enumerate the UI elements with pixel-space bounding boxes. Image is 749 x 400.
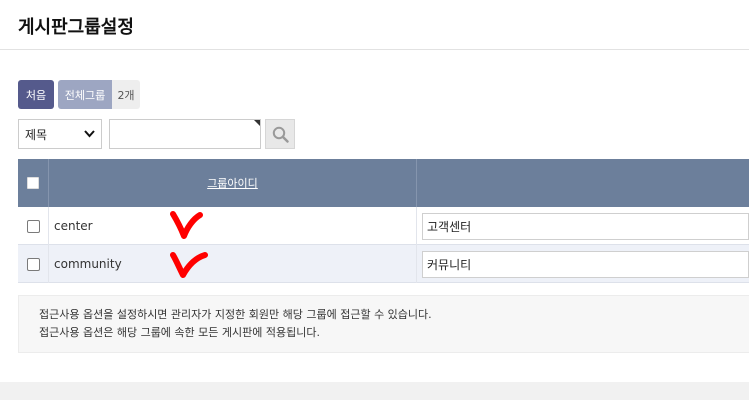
group-name-input[interactable] xyxy=(422,250,749,278)
info-line: 접근사용 옵션을 설정하시면 관리자가 지정한 회원만 해당 그룹에 접근할 수… xyxy=(39,308,432,321)
group-id-cell: community xyxy=(49,245,417,283)
info-box: 접근사용 옵션을 설정하시면 관리자가 지정한 회원만 해당 그룹에 접근할 수… xyxy=(18,295,749,353)
first-button[interactable]: 처음 xyxy=(18,80,54,109)
search-field-value: 제목 xyxy=(25,127,48,142)
admin-page: 게시판그룹설정 처음 전체그룹 2개 제목 그룹아이디 center 고객센터 … xyxy=(0,0,749,400)
row-check-cell xyxy=(18,245,49,283)
red-check-mark xyxy=(170,252,208,278)
column-header-group-id[interactable]: 그룹아이디 xyxy=(49,159,417,207)
group-table: 그룹아이디 center community xyxy=(18,159,749,283)
page-title: 게시판그룹설정 xyxy=(18,17,134,38)
all-groups-button[interactable]: 전체그룹 2개 xyxy=(58,80,140,109)
group-id-text: center xyxy=(54,219,93,233)
search-field-select[interactable]: 제목 xyxy=(18,119,102,149)
search-button[interactable] xyxy=(265,119,295,149)
group-name-cell xyxy=(417,245,749,283)
chevron-down-icon xyxy=(84,130,95,138)
footer-bar xyxy=(0,382,749,400)
table-row: center xyxy=(18,207,749,245)
group-name-cell xyxy=(417,207,749,245)
select-all-cell xyxy=(18,159,49,207)
group-count-badge: 2개 xyxy=(112,80,140,109)
page-header: 게시판그룹설정 xyxy=(0,0,749,50)
magnifier-icon xyxy=(272,126,289,143)
info-line: 접근사용 옵션은 해당 그룹에 속한 모든 게시판에 적용됩니다. xyxy=(39,326,320,339)
group-name-input[interactable] xyxy=(422,212,749,240)
all-groups-label: 전체그룹 xyxy=(58,80,112,109)
table-header: 그룹아이디 xyxy=(18,159,749,207)
group-id-cell: center xyxy=(49,207,417,245)
red-check-mark xyxy=(170,211,203,239)
search-input[interactable] xyxy=(109,119,261,149)
row-check-cell xyxy=(18,207,49,245)
filter-buttons: 처음 전체그룹 2개 xyxy=(18,80,140,109)
select-all-checkbox[interactable] xyxy=(27,177,39,189)
input-corner-marker xyxy=(254,120,260,126)
group-id-text: community xyxy=(54,257,122,271)
row-checkbox[interactable] xyxy=(26,219,40,233)
table-row: community xyxy=(18,245,749,283)
row-checkbox[interactable] xyxy=(26,257,40,271)
